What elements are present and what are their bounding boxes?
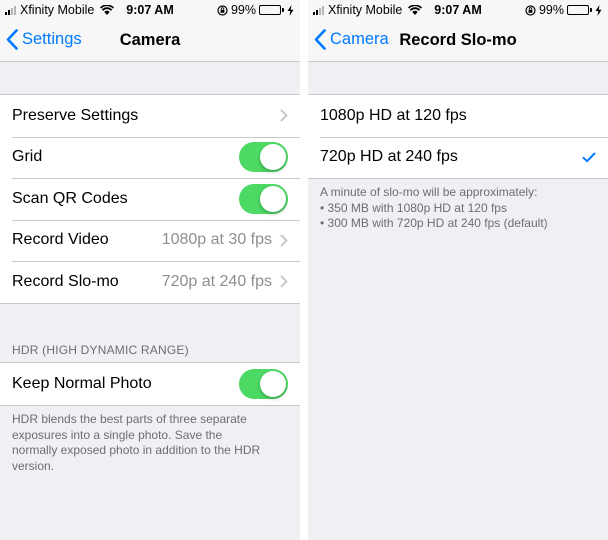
footer-line: • 300 MB with 720p HD at 240 fps (defaul…	[320, 216, 548, 230]
camera-settings-list: Preserve Settings Grid Scan QR Codes Rec…	[0, 94, 300, 304]
row-label: Grid	[12, 148, 43, 166]
orientation-lock-icon	[525, 4, 536, 16]
back-button[interactable]: Camera	[314, 29, 389, 50]
chevron-right-icon	[280, 109, 288, 122]
row-label: Scan QR Codes	[12, 189, 128, 207]
row-value: 1080p at 30 fps	[161, 231, 272, 249]
hdr-footer-text: HDR blends the best parts of three separ…	[12, 412, 294, 474]
record-slo-mo-screen: Xfinity Mobile 9:07 AM 99% Camera Record…	[308, 0, 608, 540]
row-scan-qr-codes: Scan QR Codes	[0, 178, 300, 220]
chevron-left-icon	[6, 29, 18, 50]
back-button-label: Settings	[22, 30, 82, 48]
back-button-label: Camera	[330, 30, 389, 48]
camera-settings-screen: Xfinity Mobile 9:07 AM 99% Settings Came…	[0, 0, 300, 540]
grid-toggle[interactable]	[239, 142, 288, 173]
footer-line: • 350 MB with 1080p HD at 120 fps	[320, 200, 507, 215]
orientation-lock-icon	[217, 4, 228, 16]
hdr-settings-list: Keep Normal Photo	[0, 362, 300, 406]
row-label: Keep Normal Photo	[12, 374, 152, 392]
battery-icon	[259, 5, 284, 15]
chevron-right-icon	[280, 275, 288, 288]
battery-percent: 99%	[230, 3, 256, 17]
row-keep-normal-photo: Keep Normal Photo	[0, 363, 300, 405]
row-record-video[interactable]: Record Video 1080p at 30 fps	[0, 219, 300, 262]
navigation-bar: Settings Camera	[0, 20, 300, 62]
hdr-section-header: HDR (HIGH DYNAMIC RANGE)	[12, 343, 189, 357]
lightning-bolt-icon	[595, 4, 602, 16]
footer-line: exposures into a single photo. Save the	[12, 427, 223, 442]
checkmark-icon	[582, 152, 596, 162]
row-preserve-settings[interactable]: Preserve Settings	[0, 95, 300, 137]
back-button[interactable]: Settings	[6, 29, 82, 50]
option-720p-240fps[interactable]: 720p HD at 240 fps	[308, 136, 608, 179]
option-label: 1080p HD at 120 fps	[320, 106, 467, 124]
footer-line: version.	[12, 458, 55, 473]
battery-percent: 99%	[538, 3, 564, 17]
footer-line: normally exposed photo in addition to th…	[12, 443, 261, 457]
chevron-right-icon	[280, 234, 288, 247]
footer-line: HDR blends the best parts of three separ…	[12, 412, 247, 426]
row-label: Record Video	[12, 231, 109, 249]
row-value: 720p at 240 fps	[161, 272, 272, 290]
chevron-left-icon	[314, 29, 326, 50]
row-grid: Grid	[0, 136, 300, 179]
slo-mo-footer-text: A minute of slo-mo will be approximately…	[320, 185, 602, 232]
option-label: 720p HD at 240 fps	[320, 148, 458, 166]
row-label: Preserve Settings	[12, 106, 139, 124]
status-bar: Xfinity Mobile 9:07 AM 99%	[308, 0, 608, 20]
lightning-bolt-icon	[287, 4, 294, 16]
slo-mo-options-list: 1080p HD at 120 fps 720p HD at 240 fps	[308, 94, 608, 179]
navigation-bar: Camera Record Slo-mo	[308, 20, 608, 62]
row-record-slo-mo[interactable]: Record Slo-mo 720p at 240 fps	[0, 261, 300, 303]
footer-line: A minute of slo-mo will be approximately…	[320, 185, 538, 199]
keep-normal-photo-toggle[interactable]	[239, 368, 288, 399]
status-bar: Xfinity Mobile 9:07 AM 99%	[0, 0, 300, 20]
scan-qr-codes-toggle[interactable]	[239, 183, 288, 214]
battery-icon	[567, 5, 592, 15]
option-1080p-120fps[interactable]: 1080p HD at 120 fps	[308, 95, 608, 137]
row-label: Record Slo-mo	[12, 272, 119, 290]
